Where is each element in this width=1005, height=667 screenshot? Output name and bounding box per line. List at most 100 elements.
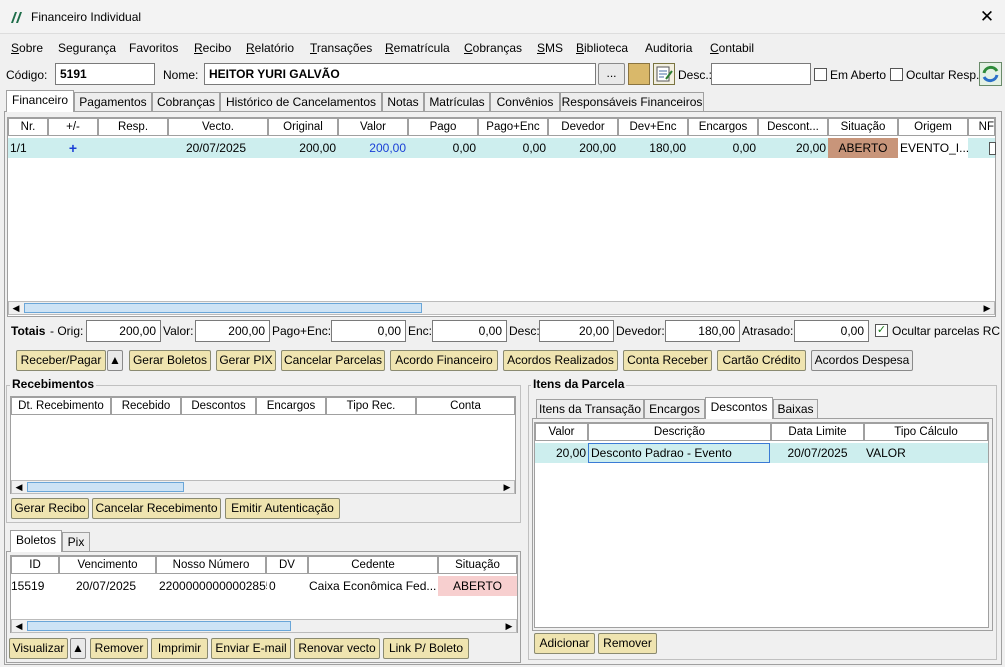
- col-tipo-rec[interactable]: Tipo Rec.: [326, 397, 416, 415]
- tab-financeiro[interactable]: Financeiro: [6, 90, 74, 112]
- scroll-left-icon[interactable]: ◀: [12, 481, 26, 493]
- tab-boletos[interactable]: Boletos: [10, 530, 62, 552]
- col-dev-enc[interactable]: Dev+Enc: [618, 118, 688, 136]
- col-desconto[interactable]: Descont...: [758, 118, 828, 136]
- col-resp[interactable]: Resp.: [98, 118, 168, 136]
- recebimentos-scrollbar[interactable]: ◀ ▶: [11, 480, 515, 494]
- menu-relatorio[interactable]: Relatório: [246, 41, 294, 55]
- cartao-credito-button[interactable]: Cartão Crédito: [717, 350, 806, 371]
- acordos-realizados-button[interactable]: Acordos Realizados: [503, 350, 618, 371]
- menu-contabil[interactable]: Contabil: [710, 41, 754, 55]
- menu-sobre[interactable]: Sobre: [11, 41, 43, 55]
- emitir-autenticacao-button[interactable]: Emitir Autenticação: [225, 498, 340, 519]
- desconto-descricao[interactable]: Desconto Padrao - Evento: [588, 443, 770, 463]
- enviar-email-button[interactable]: Enviar E-mail: [211, 638, 291, 659]
- gerar-boletos-button[interactable]: Gerar Boletos: [129, 350, 211, 371]
- em-aberto-checkbox[interactable]: [814, 68, 827, 81]
- scroll-left-icon[interactable]: ◀: [12, 620, 26, 632]
- col-situacao-boleto[interactable]: Situação: [438, 556, 517, 574]
- parcelas-scrollbar[interactable]: ◀ ▶: [8, 301, 995, 315]
- menu-recibo[interactable]: Recibo: [194, 41, 231, 55]
- col-encargos[interactable]: Encargos: [688, 118, 758, 136]
- acordos-despesa-button[interactable]: Acordos Despesa: [811, 350, 913, 371]
- col-pago[interactable]: Pago: [408, 118, 478, 136]
- person-card-icon[interactable]: [628, 63, 650, 85]
- menu-sms[interactable]: SMS: [537, 41, 563, 55]
- gerar-pix-button[interactable]: Gerar PIX: [216, 350, 276, 371]
- scroll-right-icon[interactable]: ▶: [500, 481, 514, 493]
- scroll-thumb[interactable]: [24, 303, 422, 313]
- col-situacao[interactable]: Situação: [828, 118, 898, 136]
- imprimir-button[interactable]: Imprimir: [151, 638, 208, 659]
- col-original[interactable]: Original: [268, 118, 338, 136]
- codigo-input[interactable]: 5191: [55, 63, 155, 85]
- ocultar-parcelas-checkbox[interactable]: ✓: [875, 324, 888, 337]
- col-origem[interactable]: Origem: [898, 118, 968, 136]
- remover-desconto-button[interactable]: Remover: [598, 633, 657, 654]
- scroll-right-icon[interactable]: ▶: [980, 302, 994, 314]
- col-valor[interactable]: Valor: [338, 118, 408, 136]
- receber-pagar-button[interactable]: Receber/Pagar: [16, 350, 106, 371]
- row-nf-checkbox[interactable]: [989, 142, 996, 155]
- tab-convenios[interactable]: Convênios: [490, 92, 560, 112]
- tab-notas[interactable]: Notas: [382, 92, 424, 112]
- tab-itens-transacao[interactable]: Itens da Transação: [536, 399, 644, 419]
- col-recebido[interactable]: Recebido: [111, 397, 181, 415]
- col-conta[interactable]: Conta: [416, 397, 515, 415]
- tab-pagamentos[interactable]: Pagamentos: [74, 92, 152, 112]
- adicionar-button[interactable]: Adicionar: [534, 633, 595, 654]
- col-nr[interactable]: Nr.: [8, 118, 48, 136]
- notes-edit-icon[interactable]: [653, 63, 675, 85]
- scroll-thumb[interactable]: [27, 621, 291, 631]
- col-id[interactable]: ID: [11, 556, 59, 574]
- col-nf[interactable]: NF: [968, 118, 995, 136]
- tab-responsaveis[interactable]: Responsáveis Financeiros: [560, 92, 704, 112]
- renovar-vecto-button[interactable]: Renovar vecto: [294, 638, 380, 659]
- visualizar-button[interactable]: Visualizar: [9, 638, 68, 659]
- refresh-icon[interactable]: [979, 62, 1002, 86]
- receber-dropdown-icon[interactable]: ▲: [107, 350, 123, 371]
- menu-favoritos[interactable]: Favoritos: [129, 41, 178, 55]
- cancelar-parcelas-button[interactable]: Cancelar Parcelas: [281, 350, 385, 371]
- col-tipo-calculo[interactable]: Tipo Cálculo: [864, 423, 988, 441]
- gerar-recibo-button[interactable]: Gerar Recibo: [11, 498, 89, 519]
- scroll-thumb[interactable]: [27, 482, 184, 492]
- col-devedor[interactable]: Devedor: [548, 118, 618, 136]
- add-icon[interactable]: +: [48, 138, 98, 158]
- cancelar-recebimento-button[interactable]: Cancelar Recebimento: [92, 498, 221, 519]
- boletos-scrollbar[interactable]: ◀ ▶: [11, 619, 517, 633]
- tab-cobrancas[interactable]: Cobranças: [152, 92, 220, 112]
- col-pago-enc[interactable]: Pago+Enc: [478, 118, 548, 136]
- remover-boleto-button[interactable]: Remover: [90, 638, 148, 659]
- col-descontos[interactable]: Descontos: [181, 397, 256, 415]
- menu-cobrancas[interactable]: Cobranças: [464, 41, 522, 55]
- col-descricao[interactable]: Descrição: [588, 423, 771, 441]
- menu-seguranca[interactable]: Segurança: [58, 41, 116, 55]
- tab-pix[interactable]: Pix: [62, 532, 90, 552]
- col-data-limite[interactable]: Data Limite: [771, 423, 864, 441]
- conta-receber-button[interactable]: Conta Receber: [623, 350, 712, 371]
- acordo-financeiro-button[interactable]: Acordo Financeiro: [390, 350, 498, 371]
- scroll-left-icon[interactable]: ◀: [9, 302, 23, 314]
- tab-encargos-itens[interactable]: Encargos: [644, 399, 705, 419]
- col-encargos-rec[interactable]: Encargos: [256, 397, 326, 415]
- menu-biblioteca[interactable]: Biblioteca: [576, 41, 628, 55]
- col-plus-minus[interactable]: +/-: [48, 118, 98, 136]
- browse-button[interactable]: ...: [598, 63, 625, 85]
- ocultar-resp-checkbox[interactable]: [890, 68, 903, 81]
- col-vencimento[interactable]: Vencimento: [59, 556, 156, 574]
- tab-descontos[interactable]: Descontos: [705, 397, 773, 419]
- visualizar-dropdown-icon[interactable]: ▲: [70, 638, 86, 659]
- tab-matriculas[interactable]: Matrículas: [424, 92, 490, 112]
- close-icon[interactable]: ✕: [976, 6, 998, 28]
- menu-transacoes[interactable]: Transações: [310, 41, 372, 55]
- tab-baixas[interactable]: Baixas: [773, 399, 818, 419]
- col-dt-recebimento[interactable]: Dt. Recebimento: [11, 397, 111, 415]
- desc-input[interactable]: [711, 63, 811, 85]
- col-valor-desc[interactable]: Valor: [535, 423, 588, 441]
- scroll-right-icon[interactable]: ▶: [502, 620, 516, 632]
- col-nosso-numero[interactable]: Nosso Número: [156, 556, 266, 574]
- col-vecto[interactable]: Vecto.: [168, 118, 268, 136]
- tab-historico[interactable]: Histórico de Cancelamentos: [220, 92, 382, 112]
- link-boleto-button[interactable]: Link P/ Boleto: [383, 638, 469, 659]
